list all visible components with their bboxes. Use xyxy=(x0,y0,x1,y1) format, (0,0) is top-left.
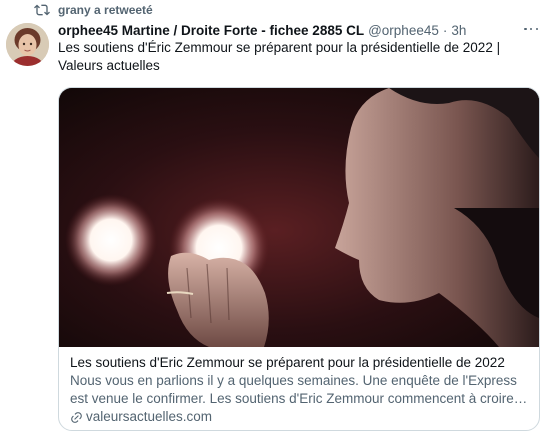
tweet-text: Les soutiens d'Éric Zemmour se préparent… xyxy=(58,40,501,73)
more-options-icon[interactable] xyxy=(524,24,538,34)
tweet[interactable]: grany a retweeté orphee45 Martine / Droi… xyxy=(0,0,550,441)
tweet-timestamp[interactable]: 3h xyxy=(451,23,466,38)
tweet-header: orphee45 Martine / Droite Forte - fichee… xyxy=(58,21,540,39)
card-description: Nous vous en parlions il y a quelques se… xyxy=(70,373,517,406)
tweet-content: orphee45 Martine / Droite Forte - fichee… xyxy=(58,21,540,431)
article-photo[interactable] xyxy=(59,88,539,347)
card-domain: valeursactuelles.com xyxy=(70,408,528,426)
retweet-icon xyxy=(34,2,50,18)
card-body: Les soutiens d'Eric Zemmour se préparent… xyxy=(59,347,539,426)
retweet-context[interactable]: grany a retweeté xyxy=(34,2,153,18)
user-handle[interactable]: @orphee45 xyxy=(368,23,439,38)
link-card[interactable]: Les soutiens d'Eric Zemmour se préparent… xyxy=(58,87,540,431)
link-icon xyxy=(70,411,83,424)
card-domain-text: valeursactuelles.com xyxy=(86,409,213,424)
avatar[interactable] xyxy=(6,23,49,66)
display-name[interactable]: orphee45 Martine / Droite Forte - fichee… xyxy=(58,23,364,38)
retweet-label: grany a retweeté xyxy=(58,3,153,17)
card-title: Les soutiens d'Eric Zemmour se préparent… xyxy=(70,355,505,370)
separator: · xyxy=(442,22,448,38)
